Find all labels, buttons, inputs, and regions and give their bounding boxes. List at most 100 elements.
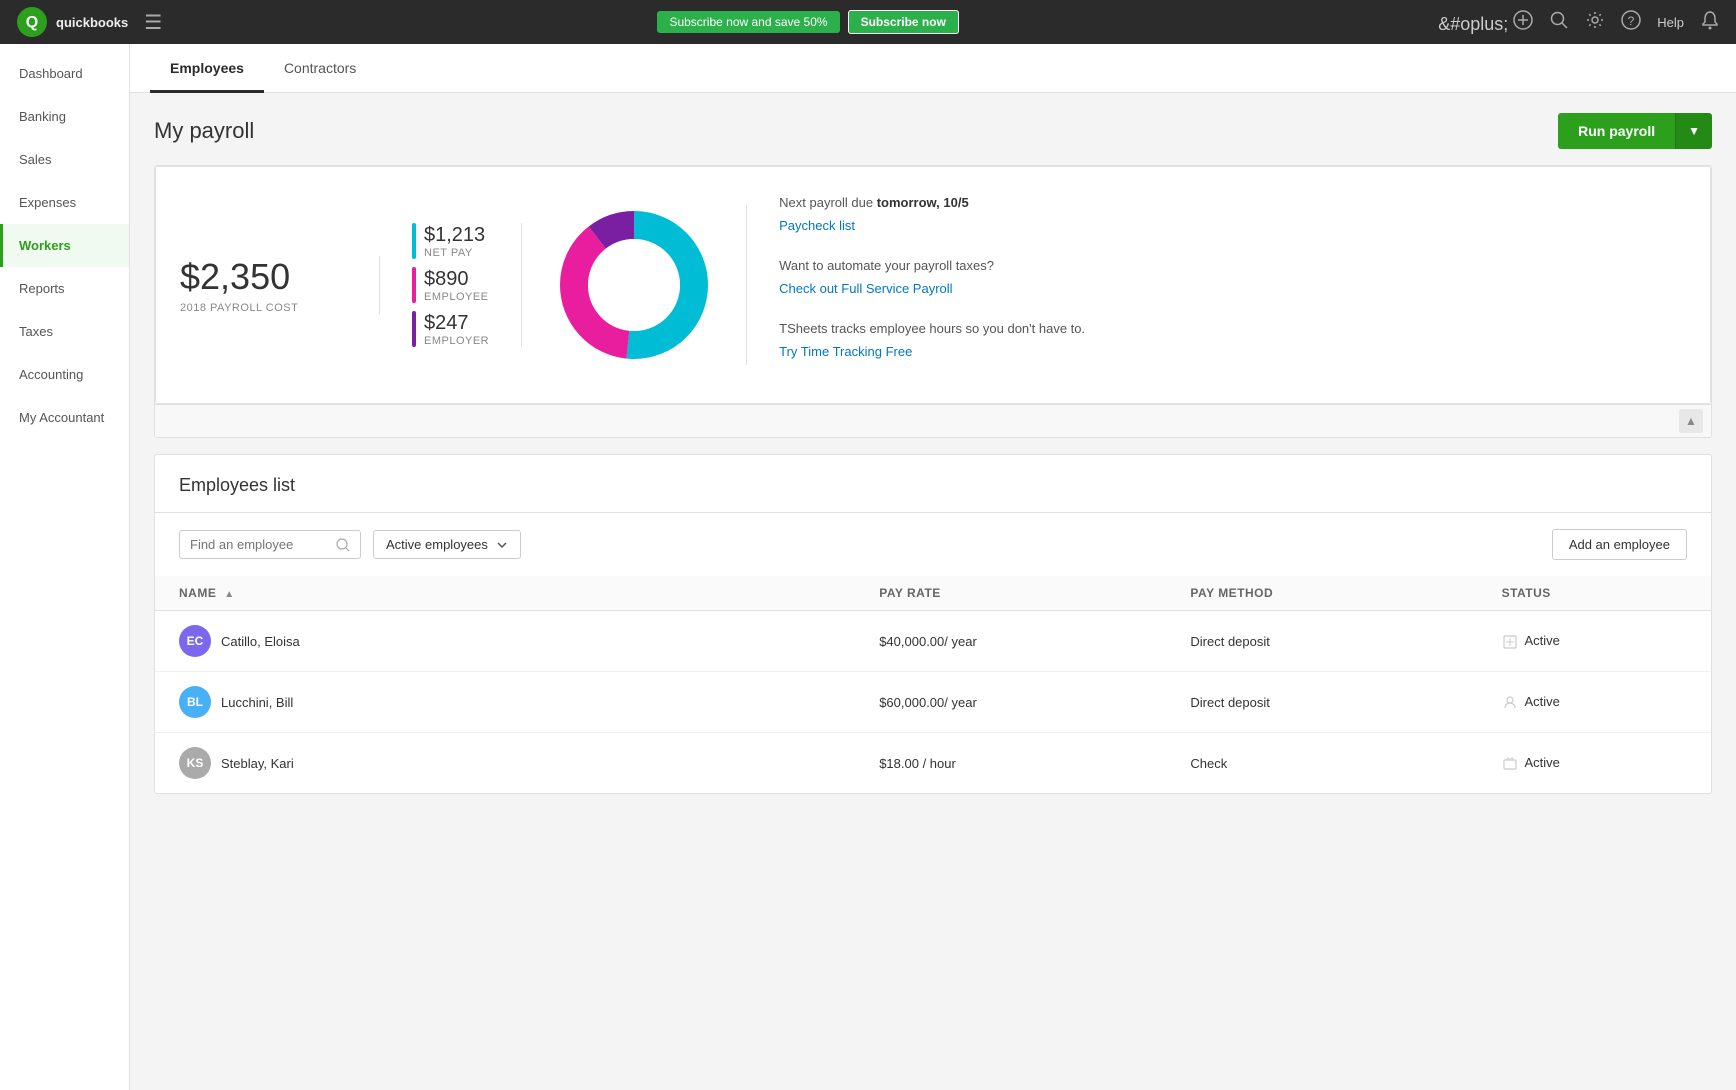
add-employee-button[interactable]: Add an employee bbox=[1552, 529, 1687, 560]
breakdown-net-pay-info: $1,213 NET PAY bbox=[424, 224, 485, 259]
employees-tbody: EC Catillo, Eloisa $40,000.00/ year Dire… bbox=[155, 611, 1711, 794]
table-row[interactable]: BL Lucchini, Bill $60,000.00/ year Direc… bbox=[155, 672, 1711, 733]
automate-section: Want to automate your payroll taxes? Che… bbox=[779, 254, 1686, 301]
filter-dropdown[interactable]: Active employees bbox=[373, 530, 521, 559]
layout: Dashboard Banking Sales Expenses Workers… bbox=[0, 44, 1736, 1090]
status-icon-0 bbox=[1502, 634, 1518, 650]
sidebar-item-sales[interactable]: Sales bbox=[0, 138, 129, 181]
topbar-right: &#oplus; ? Help bbox=[1438, 10, 1720, 35]
employee-status-2: Active bbox=[1478, 733, 1711, 794]
employee-paymethod-0: Direct deposit bbox=[1166, 611, 1477, 672]
breakdown-employee-label: EMPLOYEE bbox=[424, 291, 489, 303]
employees-section: Employees list Active employees Add an bbox=[154, 454, 1712, 794]
sidebar-item-dashboard[interactable]: Dashboard bbox=[0, 52, 129, 95]
search-icon[interactable] bbox=[1549, 10, 1569, 35]
sidebar-item-expenses[interactable]: Expenses bbox=[0, 181, 129, 224]
sidebar-item-my-accountant[interactable]: My Accountant bbox=[0, 396, 129, 439]
run-payroll-dropdown-button[interactable]: ▼ bbox=[1675, 113, 1712, 149]
logo: Q quickbooks bbox=[16, 6, 128, 38]
svg-text:Q: Q bbox=[26, 14, 38, 31]
breakdown-bar-netpay bbox=[412, 223, 416, 259]
employee-paymethod-2: Check bbox=[1166, 733, 1477, 794]
employee-status-0: Active bbox=[1478, 611, 1711, 672]
breakdown-employer: $247 EMPLOYER bbox=[412, 311, 489, 347]
payroll-total-cost: $2,350 2018 PAYROLL COST bbox=[180, 256, 380, 314]
card-collapse-bar: ▲ bbox=[155, 404, 1711, 437]
sort-icon-name: ▲ bbox=[224, 589, 234, 600]
employee-name-0: Catillo, Eloisa bbox=[221, 634, 300, 649]
sidebar-item-workers[interactable]: Workers bbox=[0, 224, 129, 267]
col-header-name[interactable]: NAME ▲ bbox=[155, 576, 855, 611]
employees-section-header: Employees list bbox=[155, 455, 1711, 513]
filter-label: Active employees bbox=[386, 537, 488, 552]
status-icon-2 bbox=[1502, 756, 1518, 772]
avatar-0: EC bbox=[179, 625, 211, 657]
table-header: NAME ▲ PAY RATE PAY METHOD STATUS bbox=[155, 576, 1711, 611]
sidebar-item-reports[interactable]: Reports bbox=[0, 267, 129, 310]
avatar-2: KS bbox=[179, 747, 211, 779]
avatar-1: BL bbox=[179, 686, 211, 718]
employee-payrate-0: $40,000.00/ year bbox=[855, 611, 1166, 672]
search-icon bbox=[336, 538, 350, 552]
search-input[interactable] bbox=[190, 537, 330, 552]
col-header-pay-rate: PAY RATE bbox=[855, 576, 1166, 611]
chevron-down-icon bbox=[496, 539, 508, 551]
payroll-cost-amount: $2,350 bbox=[180, 256, 347, 298]
paycheck-list-link[interactable]: Paycheck list bbox=[779, 214, 1686, 237]
tab-contractors[interactable]: Contractors bbox=[264, 44, 376, 93]
employee-name-cell-0: EC Catillo, Eloisa bbox=[155, 611, 855, 672]
employee-name-2: Steblay, Kari bbox=[221, 756, 294, 771]
notifications-icon[interactable] bbox=[1700, 10, 1720, 35]
subscribe-button[interactable]: Subscribe now bbox=[848, 10, 959, 34]
breakdown-netpay-amount: $1,213 bbox=[424, 224, 485, 247]
employees-controls: Active employees Add an employee bbox=[155, 513, 1711, 576]
logo-text: quickbooks bbox=[56, 15, 128, 30]
employees-list-title: Employees list bbox=[179, 475, 295, 496]
help-icon[interactable]: ? bbox=[1621, 10, 1641, 35]
sidebar-item-taxes[interactable]: Taxes bbox=[0, 310, 129, 353]
search-box bbox=[179, 530, 361, 559]
breakdown-employer-label: EMPLOYER bbox=[424, 335, 489, 347]
tsheets-label: TSheets tracks employee hours so you don… bbox=[779, 321, 1085, 336]
donut-chart-svg bbox=[554, 205, 714, 365]
help-label: Help bbox=[1657, 15, 1684, 30]
breakdown-bar-employee bbox=[412, 267, 416, 303]
run-payroll-button[interactable]: Run payroll bbox=[1558, 113, 1675, 149]
breakdown-employer-amount: $247 bbox=[424, 312, 489, 335]
payroll-breakdown: $1,213 NET PAY $890 EMPLOYEE bbox=[380, 223, 522, 347]
breakdown-employee-amount: $890 bbox=[424, 268, 489, 291]
employees-table: NAME ▲ PAY RATE PAY METHOD STATUS bbox=[155, 576, 1711, 793]
breakdown-employee: $890 EMPLOYEE bbox=[412, 267, 489, 303]
controls-left: Active employees bbox=[179, 530, 521, 559]
table-row[interactable]: EC Catillo, Eloisa $40,000.00/ year Dire… bbox=[155, 611, 1711, 672]
automate-label: Want to automate your payroll taxes? bbox=[779, 258, 994, 273]
employee-name-1: Lucchini, Bill bbox=[221, 695, 293, 710]
employee-name-cell-2: KS Steblay, Kari bbox=[155, 733, 855, 794]
page-title: My payroll bbox=[154, 118, 254, 144]
collapse-arrow-button[interactable]: ▲ bbox=[1679, 409, 1703, 433]
table-row[interactable]: KS Steblay, Kari $18.00 / hour Check Act… bbox=[155, 733, 1711, 794]
payroll-chart bbox=[522, 205, 747, 365]
employee-paymethod-1: Direct deposit bbox=[1166, 672, 1477, 733]
next-due-label: Next payroll due bbox=[779, 195, 873, 210]
breakdown-bar-employer bbox=[412, 311, 416, 347]
subscribe-banner: Subscribe now and save 50% bbox=[657, 11, 839, 33]
tabs-bar: Employees Contractors bbox=[130, 44, 1736, 93]
add-icon[interactable]: &#oplus; bbox=[1438, 10, 1533, 35]
tsheets-section: TSheets tracks employee hours so you don… bbox=[779, 317, 1686, 364]
breakdown-netpay-label: NET PAY bbox=[424, 247, 485, 259]
breakdown-employer-info: $247 EMPLOYER bbox=[424, 312, 489, 347]
topbar-center: Subscribe now and save 50% Subscribe now bbox=[178, 10, 1438, 34]
full-service-link[interactable]: Check out Full Service Payroll bbox=[779, 277, 1686, 300]
tab-employees[interactable]: Employees bbox=[150, 44, 264, 93]
qb-logo-icon: Q bbox=[16, 6, 48, 38]
breakdown-employee-info: $890 EMPLOYEE bbox=[424, 268, 489, 303]
sidebar-item-accounting[interactable]: Accounting bbox=[0, 353, 129, 396]
sidebar-item-banking[interactable]: Banking bbox=[0, 95, 129, 138]
next-due-date-text: tomorrow, 10/5 bbox=[877, 195, 969, 210]
settings-icon[interactable] bbox=[1585, 10, 1605, 35]
col-header-status: STATUS bbox=[1478, 576, 1711, 611]
hamburger-icon[interactable]: ☰ bbox=[144, 10, 162, 35]
time-tracking-link[interactable]: Try Time Tracking Free bbox=[779, 340, 1686, 363]
employee-name-cell-1: BL Lucchini, Bill bbox=[155, 672, 855, 733]
